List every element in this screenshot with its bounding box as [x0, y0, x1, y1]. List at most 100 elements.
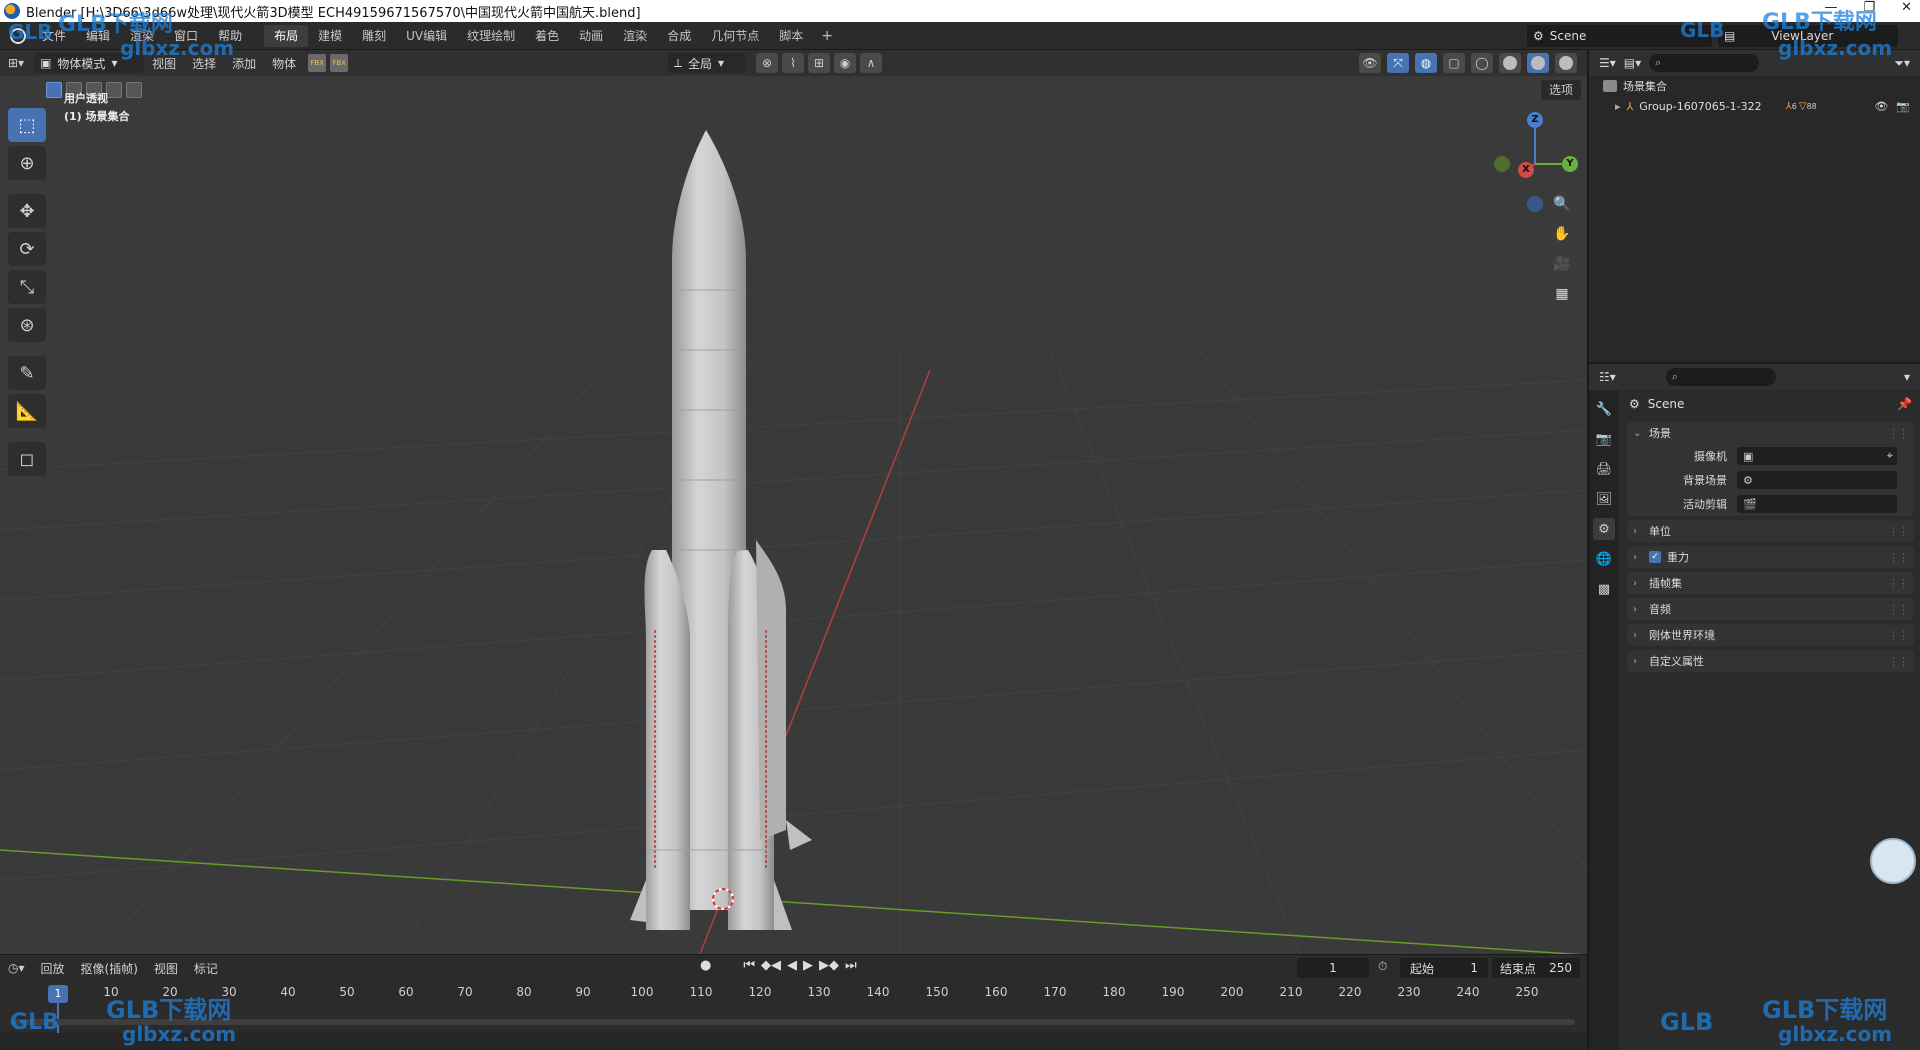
active-clip-field[interactable]: 🎬: [1737, 495, 1897, 513]
outliner-search-input[interactable]: ⌕: [1649, 54, 1760, 72]
chevron-down-icon[interactable]: ▾: [1904, 370, 1910, 384]
tool-tab-icon[interactable]: 🔧: [1593, 398, 1615, 420]
camera-view-icon[interactable]: 🎥: [1548, 250, 1576, 278]
annotate-tool-icon[interactable]: ✎: [8, 356, 46, 390]
next-keyframe-icon[interactable]: ▶◆: [819, 958, 839, 973]
gizmo-z-axis[interactable]: Z: [1527, 112, 1543, 128]
select-new-icon[interactable]: [46, 82, 62, 98]
camera-field[interactable]: ▣ ⌖: [1737, 447, 1897, 465]
visibility-icon[interactable]: 👁: [1359, 53, 1381, 73]
pivot-icon[interactable]: ⊗: [756, 53, 778, 73]
outliner-row-group[interactable]: ▸ ⅄ Group-1607065-1-322 ⅄ 6 ▽ 88 👁 📷: [1589, 96, 1920, 116]
add-cube-tool-icon[interactable]: ◻: [8, 442, 46, 476]
tab-uv-editing[interactable]: UV编辑: [396, 25, 457, 47]
tab-scripting[interactable]: 脚本: [769, 25, 813, 47]
perspective-toggle-icon[interactable]: ▦: [1548, 280, 1576, 308]
menu-keying[interactable]: 抠像(插帧): [73, 960, 146, 977]
drag-handle-icon[interactable]: ⋮⋮: [1888, 525, 1909, 538]
panel-gravity[interactable]: › ✓ 重力 ⋮⋮: [1627, 546, 1914, 568]
tab-texture-paint[interactable]: 纹理绘制: [457, 25, 525, 47]
falloff-icon[interactable]: ∧: [860, 53, 882, 73]
play-reverse-icon[interactable]: ◀: [787, 958, 797, 973]
scene-tab-icon[interactable]: ⚙: [1593, 518, 1615, 540]
transform-orientation-selector[interactable]: ⟂ 全局 ▾: [668, 53, 746, 73]
eye-icon[interactable]: 👁: [1874, 100, 1888, 113]
jump-end-icon[interactable]: ⏭: [845, 958, 857, 973]
menu-marker[interactable]: 标记: [186, 960, 226, 977]
properties-editor-type-button[interactable]: ☷▾: [1599, 370, 1616, 384]
snap-target-icon[interactable]: ⊞: [808, 53, 830, 73]
texture-tab-icon[interactable]: ▩: [1593, 578, 1615, 600]
rocket-model[interactable]: [630, 130, 812, 930]
timeline-editor-type-button[interactable]: ◷▾: [0, 961, 33, 975]
3d-viewport[interactable]: ⊞▾ ▣ 物体模式 ▾ 视图 选择 添加 物体 FBX FBX ⟂ 全局 ▾ ⊗…: [0, 50, 1587, 954]
background-scene-field[interactable]: ⚙: [1737, 471, 1897, 489]
panel-audio[interactable]: › 音频 ⋮⋮: [1627, 598, 1914, 620]
options-dropdown[interactable]: 选项: [1540, 80, 1581, 100]
menu-object[interactable]: 物体: [264, 55, 304, 72]
proportional-edit-icon[interactable]: ◉: [834, 53, 856, 73]
measure-tool-icon[interactable]: 📐: [8, 394, 46, 428]
fbx-import-icon[interactable]: FBX: [308, 54, 327, 72]
output-tab-icon[interactable]: 🖨: [1593, 458, 1615, 480]
overlay-toggle-icon[interactable]: ◍: [1415, 53, 1437, 73]
gizmo-toggle-icon[interactable]: ⤧: [1387, 53, 1409, 73]
drag-handle-icon[interactable]: ⋮⋮: [1888, 655, 1909, 668]
panel-custom-properties[interactable]: › 自定义属性 ⋮⋮: [1627, 650, 1914, 672]
tab-layout[interactable]: 布局: [264, 24, 309, 47]
gravity-checkbox[interactable]: ✓: [1649, 551, 1661, 563]
view-layer-tab-icon[interactable]: 🖼: [1593, 488, 1615, 510]
end-frame-field[interactable]: 结束点 250: [1492, 958, 1580, 978]
add-workspace-button[interactable]: +: [813, 28, 841, 44]
material-shading-icon[interactable]: [1527, 53, 1549, 73]
record-icon[interactable]: ●: [700, 958, 711, 973]
outliner-editor-type-button[interactable]: ☰▾: [1599, 56, 1616, 70]
tab-animation[interactable]: 动画: [569, 25, 613, 47]
select-box-tool-icon[interactable]: ⬚: [8, 108, 46, 142]
editor-type-button[interactable]: ⊞▾: [0, 56, 32, 70]
gizmo-neg-y-axis[interactable]: [1494, 156, 1510, 172]
play-icon[interactable]: ▶: [803, 958, 813, 973]
close-icon[interactable]: ✕: [1901, 0, 1912, 15]
transform-tool-icon[interactable]: ⊛: [8, 308, 46, 342]
drag-handle-icon[interactable]: ⋮⋮: [1888, 603, 1909, 616]
tab-compositing[interactable]: 合成: [657, 25, 701, 47]
drag-handle-icon[interactable]: ⋮⋮: [1888, 427, 1909, 440]
camera-render-icon[interactable]: 📷: [1896, 100, 1910, 113]
menu-playback[interactable]: 回放: [33, 960, 73, 977]
drag-handle-icon[interactable]: ⋮⋮: [1888, 629, 1909, 642]
scene-panel-header[interactable]: ⌄ 场景 ⋮⋮: [1627, 422, 1914, 444]
timeline-scrollbar[interactable]: [10, 1019, 1575, 1025]
eyedropper-icon[interactable]: ⌖: [1887, 449, 1893, 463]
cursor-tool-icon[interactable]: ⊕: [8, 146, 46, 180]
scale-tool-icon[interactable]: ⤡: [8, 270, 46, 304]
playhead-frame-indicator[interactable]: 1: [48, 985, 68, 1003]
fbx-export-icon[interactable]: FBX: [330, 54, 349, 72]
gizmo-x-axis[interactable]: X: [1518, 162, 1534, 178]
xray-icon[interactable]: ▢: [1443, 53, 1465, 73]
jump-start-icon[interactable]: ⏮: [743, 958, 755, 973]
tab-shading[interactable]: 着色: [525, 25, 569, 47]
current-frame-field[interactable]: 1: [1297, 958, 1369, 978]
drag-handle-icon[interactable]: ⋮⋮: [1888, 551, 1909, 564]
menu-timeline-view[interactable]: 视图: [146, 960, 186, 977]
tab-modeling[interactable]: 建模: [308, 25, 352, 47]
panel-rigid-body-world[interactable]: › 刚体世界环境 ⋮⋮: [1627, 624, 1914, 646]
outliner-row-scene-collection[interactable]: 场景集合: [1589, 76, 1920, 96]
assistant-avatar[interactable]: [1870, 838, 1916, 884]
drag-handle-icon[interactable]: ⋮⋮: [1888, 577, 1909, 590]
pan-hand-icon[interactable]: ✋: [1548, 220, 1576, 248]
wireframe-shading-icon[interactable]: ◯: [1471, 53, 1493, 73]
stopwatch-icon[interactable]: ⏱: [1378, 959, 1387, 974]
display-mode-button[interactable]: ▤▾: [1624, 56, 1641, 70]
snap-icon[interactable]: ⌇: [782, 53, 804, 73]
start-frame-field[interactable]: 起始 1: [1400, 958, 1488, 978]
gizmo-y-axis[interactable]: Y: [1562, 156, 1578, 172]
prev-keyframe-icon[interactable]: ◆◀: [761, 958, 781, 973]
expand-arrow-icon[interactable]: ▸: [1615, 100, 1621, 113]
tab-geometry-nodes[interactable]: 几何节点: [701, 25, 769, 47]
panel-keying-sets[interactable]: › 插帧集 ⋮⋮: [1627, 572, 1914, 594]
tab-rendering[interactable]: 渲染: [613, 25, 657, 47]
tab-sculpting[interactable]: 雕刻: [352, 25, 396, 47]
render-tab-icon[interactable]: 📷: [1593, 428, 1615, 450]
